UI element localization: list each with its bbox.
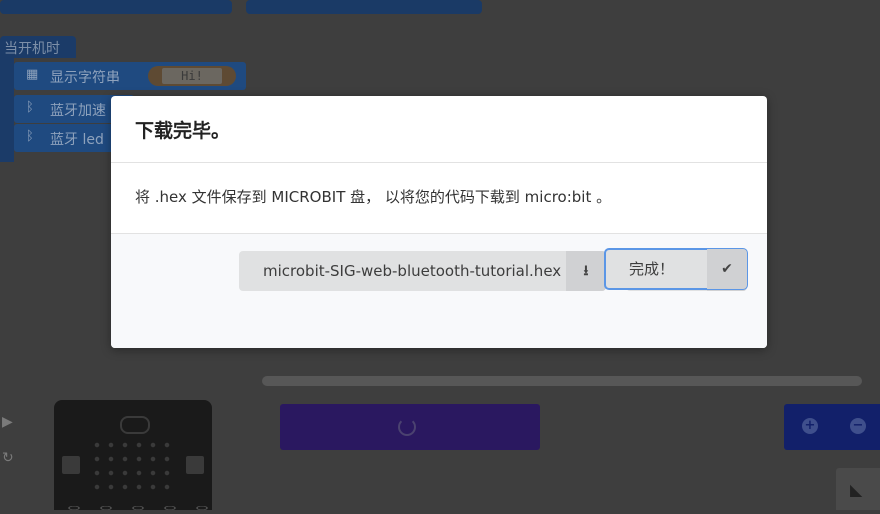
loading-icon [398,418,416,436]
done-label: 完成！ [629,260,675,278]
play-icon: ▶ [2,414,13,430]
horizontal-scrollbar [262,376,862,386]
done-icon-box: ✔ [707,249,747,289]
bluetooth-block-1-label: 蓝牙加速 [50,103,106,119]
corner-button: ◣ [836,468,880,510]
on-start-label: 当开机时 [4,41,60,57]
grid-icon: ▦ [26,67,39,82]
on-start-block: 当开机时 [0,36,76,58]
led-grid [90,438,176,494]
show-string-block: ▦ 显示字符串 Hi! [14,62,246,90]
bluetooth-block-2-label: 蓝牙 led [50,132,104,148]
dialog-title: 下载完毕。 [135,120,231,142]
download-icon-box: ⭳ [566,251,606,291]
checkmark-icon: ✔ [721,261,733,277]
download-icon: ⭳ [583,263,589,279]
download-filename: microbit-SIG-web-bluetooth-tutorial.hex [263,262,562,280]
download-button-bg [280,404,540,450]
dialog-message: 将 .hex 文件保存到 MICROBIT 盘， 以将您的代码下载到 micro… [135,188,612,206]
zoom-controls: + − [784,404,880,450]
bluetooth-icon: ᛒ [26,100,34,115]
button-a [62,456,80,474]
dialog-header: 下载完毕。 [111,96,767,163]
done-button[interactable]: 完成！ ✔ [604,248,748,290]
show-string-label: 显示字符串 [50,70,120,86]
zoom-out-icon: − [850,418,866,434]
download-file-button[interactable]: microbit-SIG-web-bluetooth-tutorial.hex … [239,251,606,291]
bluetooth-icon: ᛒ [26,129,34,144]
edge-pins [58,502,208,514]
dialog-body: 将 .hex 文件保存到 MICROBIT 盘， 以将您的代码下载到 micro… [111,163,767,233]
download-complete-dialog: 下载完毕。 将 .hex 文件保存到 MICROBIT 盘， 以将您的代码下载到… [111,96,767,348]
microbit-logo [120,416,150,434]
string-value: Hi! [162,68,222,84]
string-pill: Hi! [148,66,236,86]
zoom-in-icon: + [802,418,818,434]
block-top-left [0,0,232,14]
block-top-right [246,0,482,14]
button-b [186,456,204,474]
restart-icon: ↻ [2,450,14,466]
microbit-simulator [54,400,212,514]
on-start-body [0,58,14,162]
turtle-icon: ◣ [850,480,863,499]
